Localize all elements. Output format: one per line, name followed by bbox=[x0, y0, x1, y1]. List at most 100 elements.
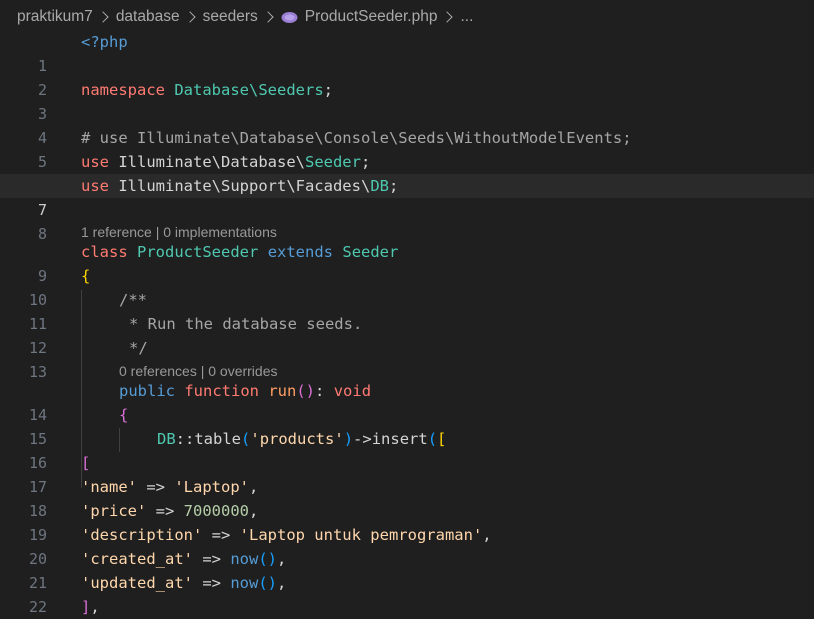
token-keyword: use bbox=[81, 177, 109, 195]
token-operator: => bbox=[146, 502, 184, 520]
code-line[interactable]: 18 'name' => 'Laptop', bbox=[0, 475, 814, 520]
breadcrumb-item-praktikum7[interactable]: praktikum7 bbox=[17, 8, 93, 26]
token-punct: , bbox=[248, 502, 259, 520]
token-function: run bbox=[268, 382, 297, 400]
token-string: 'Laptop' bbox=[174, 478, 249, 496]
token-keyword: function bbox=[184, 382, 259, 400]
token-punct: , bbox=[90, 598, 100, 616]
code-line[interactable]: 17 [ bbox=[0, 451, 814, 496]
code-lens-class[interactable]: 1 reference | 0 implementations bbox=[81, 223, 277, 241]
code-line[interactable]: 5 # use Illuminate\Database\Console\Seed… bbox=[0, 126, 814, 171]
code-line[interactable]: 12 * Run the database seeds. bbox=[0, 312, 814, 357]
token-string: 'created_at' bbox=[81, 550, 193, 568]
token-punct: ; bbox=[388, 177, 399, 195]
code-lens-method[interactable]: 0 references | 0 overrides bbox=[119, 362, 278, 380]
chevron-right-icon bbox=[441, 11, 454, 23]
token-number: 7000000 bbox=[183, 502, 249, 520]
code-line[interactable]: 11 /** bbox=[0, 288, 814, 333]
token-punct: , bbox=[276, 550, 287, 568]
code-line[interactable]: 8 bbox=[0, 198, 814, 243]
code-line[interactable]: 3 namespace Database\Seeders; bbox=[0, 78, 814, 123]
token-comment: /** bbox=[119, 291, 147, 309]
token-function: table bbox=[194, 430, 242, 448]
token-class: DB bbox=[157, 430, 176, 448]
breadcrumb-item-database[interactable]: database bbox=[116, 8, 180, 26]
token-function: now bbox=[230, 550, 259, 568]
token-paren: ) bbox=[343, 430, 354, 448]
code-line[interactable]: 14 public function run(): void bbox=[0, 379, 814, 424]
token-keyword: public bbox=[119, 382, 175, 400]
code-line[interactable]: 23 ], bbox=[0, 595, 814, 619]
code-line[interactable]: 13 */ bbox=[0, 336, 814, 381]
token-class: Seeder bbox=[342, 243, 399, 261]
token-keyword: class bbox=[81, 243, 128, 261]
token-function: insert bbox=[371, 430, 428, 448]
token-namespace: Illuminate\Support\Facades\ bbox=[118, 177, 371, 195]
chevron-right-icon bbox=[97, 11, 109, 23]
code-line[interactable]: 1 <?php bbox=[0, 30, 814, 75]
code-line[interactable]: 22 'updated_at' => now(), bbox=[0, 571, 814, 616]
token-keyword: extends bbox=[267, 243, 334, 261]
token-type: void bbox=[333, 382, 372, 400]
code-line[interactable]: 19 'price' => 7000000, bbox=[0, 499, 814, 544]
token-punct: , bbox=[248, 478, 259, 496]
token-punct: ; bbox=[360, 153, 371, 171]
token-class: Seeder bbox=[304, 153, 361, 171]
token-paren: () bbox=[258, 550, 277, 568]
token-punct: :: bbox=[175, 430, 195, 448]
token-string: 'products' bbox=[250, 430, 344, 448]
token-comment: */ bbox=[129, 339, 148, 357]
token-operator: => bbox=[192, 550, 231, 568]
token-keyword: use bbox=[81, 153, 109, 171]
token-paren: ( bbox=[427, 430, 438, 448]
token-paren: () bbox=[258, 574, 277, 592]
breadcrumb-item-file[interactable]: ProductSeeder.php bbox=[305, 8, 438, 26]
token-punct: , bbox=[276, 574, 287, 592]
token-punct: ; bbox=[323, 81, 333, 99]
chevron-right-icon bbox=[262, 11, 274, 23]
token-punct: : bbox=[315, 382, 325, 400]
token-class: ProductSeeder bbox=[137, 243, 259, 261]
token-comment: * Run the database seeds. bbox=[129, 315, 363, 333]
code-line[interactable]: 2 bbox=[0, 54, 814, 99]
breadcrumb: praktikum7 database seeders ProductSeede… bbox=[0, 0, 814, 34]
token-brace: { bbox=[119, 406, 129, 424]
token-string: 'description' bbox=[81, 526, 203, 544]
token-comment: # use Illuminate\Database\Console\Seeds\… bbox=[81, 129, 632, 147]
code-line[interactable]: 6 use Illuminate\Database\Seeder; bbox=[0, 150, 814, 195]
token-string: 'name' bbox=[81, 478, 137, 496]
code-line[interactable]: 10 { bbox=[0, 264, 814, 309]
breadcrumb-item-symbol[interactable]: ... bbox=[460, 8, 473, 26]
token-operator: => bbox=[202, 526, 240, 544]
code-line-current[interactable]: 7 use Illuminate\Support\Facades\DB; bbox=[0, 174, 814, 219]
token-bracket: [ bbox=[437, 430, 447, 448]
code-line[interactable]: 4 bbox=[0, 102, 814, 147]
token-operator: -> bbox=[353, 430, 372, 448]
token-string: 'updated_at' bbox=[81, 574, 193, 592]
token-operator: => bbox=[192, 574, 231, 592]
token-string: 'price' bbox=[81, 502, 147, 520]
code-line[interactable]: 20 'description' => 'Laptop untuk pemrog… bbox=[0, 523, 814, 568]
token-punct: , bbox=[482, 526, 492, 544]
token-paren: ( bbox=[241, 430, 251, 448]
code-line[interactable]: 15 { bbox=[0, 403, 814, 448]
token-bracket: ] bbox=[81, 598, 91, 616]
token-string: 'Laptop untuk pemrograman' bbox=[239, 526, 483, 544]
code-line[interactable]: 16 DB::table('products')->insert([ bbox=[0, 427, 814, 472]
breadcrumb-item-seeders[interactable]: seeders bbox=[203, 8, 258, 26]
code-line[interactable]: 9 class ProductSeeder extends Seeder bbox=[0, 240, 814, 285]
php-open-tag: <?php bbox=[81, 33, 128, 51]
token-bracket: [ bbox=[81, 454, 91, 472]
token-namespace: Database\Seeders bbox=[174, 81, 324, 99]
token-operator: => bbox=[137, 478, 175, 496]
code-line[interactable]: 21 'created_at' => now(), bbox=[0, 547, 814, 592]
